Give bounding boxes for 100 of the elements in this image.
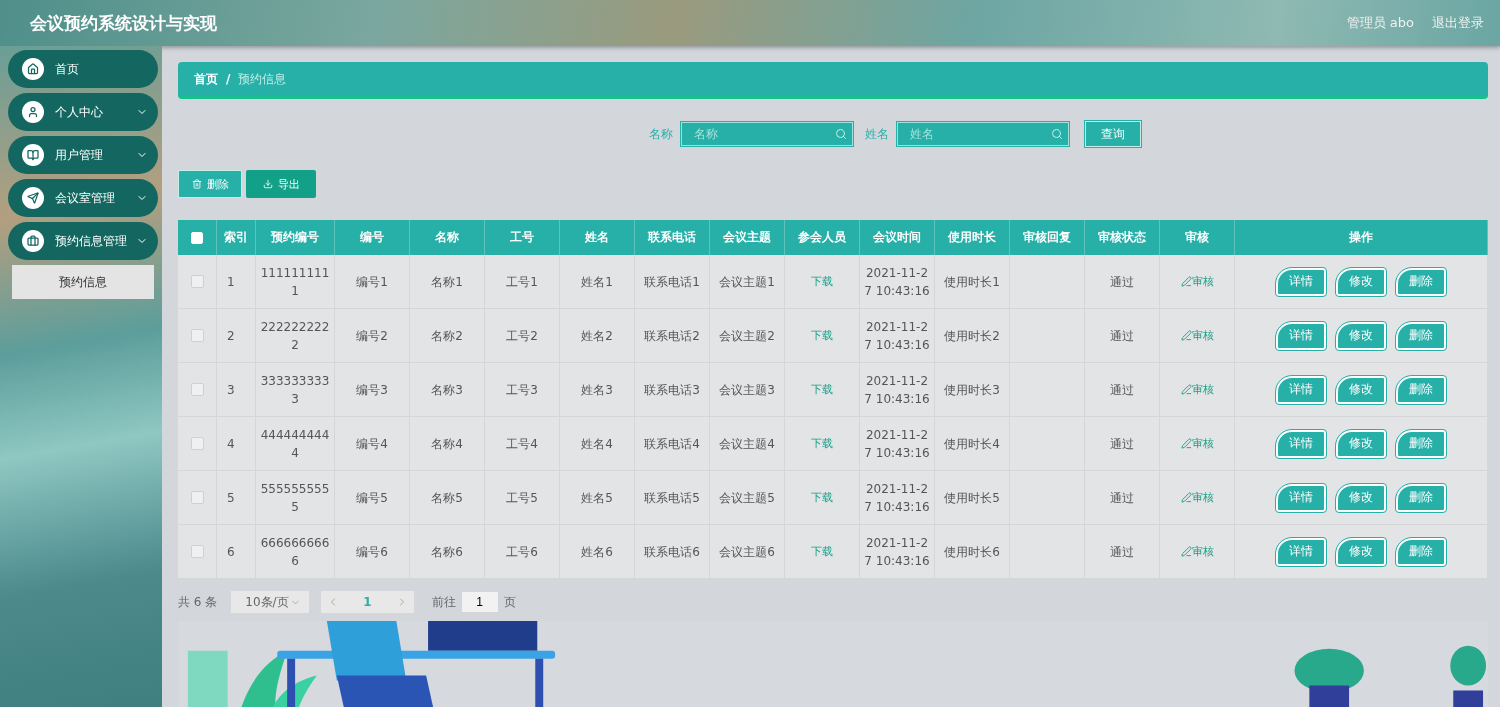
search-field[interactable]: 名称 (681, 122, 853, 146)
row-checkbox[interactable] (190, 437, 204, 450)
trash-icon (191, 179, 202, 189)
table-cell: 2021-11-27 10:43:16 (860, 417, 935, 471)
details-button[interactable]: 详情 (1276, 267, 1326, 296)
menu-item[interactable]: 预约信息管理 (8, 222, 158, 260)
download-link[interactable]: 下载 (811, 272, 833, 291)
download-link[interactable]: 下载 (811, 380, 833, 399)
delete-button[interactable]: 删除 (1396, 483, 1446, 512)
details-button[interactable]: 详情 (1276, 429, 1326, 458)
row-checkbox[interactable] (190, 275, 204, 288)
row-checkbox[interactable] (190, 491, 204, 504)
review-link[interactable]: 审核 (1191, 434, 1214, 453)
review-link[interactable]: 审核 (1191, 326, 1214, 345)
table-cell: 2021-11-27 10:43:16 (860, 525, 935, 579)
select-all-checkbox[interactable] (191, 231, 203, 244)
table-cell: 使用时长1 (935, 255, 1010, 309)
review-link[interactable]: 审核 (1191, 380, 1214, 399)
search-button[interactable]: 查询 (1085, 121, 1141, 147)
book-icon (22, 144, 44, 166)
download-link[interactable]: 下载 (811, 434, 833, 453)
column-header: 索引 (217, 220, 256, 255)
delete-button[interactable]: 删除 (1396, 429, 1446, 458)
row-checkbox[interactable] (190, 329, 204, 342)
download-icon (262, 179, 273, 189)
edit-button[interactable]: 修改 (1336, 483, 1386, 512)
table-cell: 姓名3 (560, 363, 635, 417)
table-cell: 编号4 (335, 417, 410, 471)
table-cell: 工号1 (485, 255, 560, 309)
delete-button[interactable]: 删除 (1396, 321, 1446, 350)
column-header: 预约编号 (256, 220, 335, 255)
column-header: 联系电话 (635, 220, 710, 255)
column-header: 审核回复 (1010, 220, 1085, 255)
menu-item[interactable]: 个人中心 (8, 93, 158, 131)
row-checkbox[interactable] (190, 545, 204, 558)
review-link[interactable]: 审核 (1191, 488, 1214, 507)
delete-button[interactable]: 删除 (178, 170, 242, 198)
table-cell: 通过 (1085, 471, 1160, 525)
search-field[interactable]: 姓名 (897, 122, 1069, 146)
page-number[interactable]: 1 (353, 595, 382, 609)
goto-page-field[interactable]: 1 (461, 592, 498, 612)
table-cell: 通过 (1085, 417, 1160, 471)
table-cell: 编号3 (335, 363, 410, 417)
table-cell: 姓名2 (560, 309, 635, 363)
home-icon (22, 58, 44, 80)
table-cell: 联系电话4 (635, 417, 710, 471)
table-cell: 名称2 (410, 309, 485, 363)
column-header: 工号 (485, 220, 560, 255)
edit-button[interactable]: 修改 (1336, 429, 1386, 458)
export-button[interactable]: 导出 (246, 170, 316, 198)
edit-button[interactable]: 修改 (1336, 267, 1386, 296)
edit-button[interactable]: 修改 (1336, 321, 1386, 350)
table-cell: 工号5 (485, 471, 560, 525)
page-size-select[interactable]: 10条/页 (231, 591, 310, 613)
menu-item[interactable]: 会议室管理 (8, 179, 158, 217)
table-cell: 工号3 (485, 363, 560, 417)
pen-icon (1180, 276, 1192, 287)
table-cell: 会议主题6 (710, 525, 785, 579)
table-cell: 2021-11-27 10:43:16 (860, 255, 935, 309)
column-header: 会议主题 (710, 220, 785, 255)
pen-icon (1180, 330, 1192, 341)
table-cell: 姓名1 (560, 255, 635, 309)
delete-button[interactable]: 删除 (1396, 267, 1446, 296)
table-cell: 名称6 (410, 525, 485, 579)
pen-icon (1180, 438, 1192, 449)
download-link[interactable]: 下载 (811, 488, 833, 507)
table-cell: 使用时长3 (935, 363, 1010, 417)
delete-button[interactable]: 删除 (1396, 375, 1446, 404)
details-button[interactable]: 详情 (1276, 321, 1326, 350)
table-cell: 工号4 (485, 417, 560, 471)
review-link[interactable]: 审核 (1191, 272, 1214, 291)
table-cell: 1 (217, 255, 256, 309)
search-icon (1051, 128, 1063, 140)
download-link[interactable]: 下载 (811, 326, 833, 345)
table-cell: 4 (217, 417, 256, 471)
table-cell: 编号5 (335, 471, 410, 525)
page-suffix: 页 (503, 593, 516, 611)
table-cell: 会议主题5 (710, 471, 785, 525)
column-header: 编号 (335, 220, 410, 255)
download-link[interactable]: 下载 (811, 542, 833, 561)
review-link[interactable]: 审核 (1191, 542, 1214, 561)
submenu-item[interactable]: 预约信息 (12, 265, 154, 299)
column-header: 审核状态 (1085, 220, 1160, 255)
details-button[interactable]: 详情 (1276, 537, 1326, 566)
field-label: 名称 (649, 125, 673, 143)
menu-item[interactable]: 用户管理 (8, 136, 158, 174)
delete-button[interactable]: 删除 (1396, 537, 1446, 566)
pen-icon (1180, 492, 1192, 503)
edit-button[interactable]: 修改 (1336, 375, 1386, 404)
column-header: 名称 (410, 220, 485, 255)
menu-item[interactable]: 首页 (8, 50, 158, 88)
logout-link[interactable]: 退出登录 (1432, 14, 1484, 32)
details-button[interactable]: 详情 (1276, 483, 1326, 512)
app-title: 会议预约系统设计与实现 (30, 11, 218, 35)
details-button[interactable]: 详情 (1276, 375, 1326, 404)
row-checkbox[interactable] (190, 383, 204, 396)
breadcrumb-link[interactable]: 首页 (194, 70, 218, 88)
table-cell: 联系电话1 (635, 255, 710, 309)
table-cell: 使用时长6 (935, 525, 1010, 579)
edit-button[interactable]: 修改 (1336, 537, 1386, 566)
